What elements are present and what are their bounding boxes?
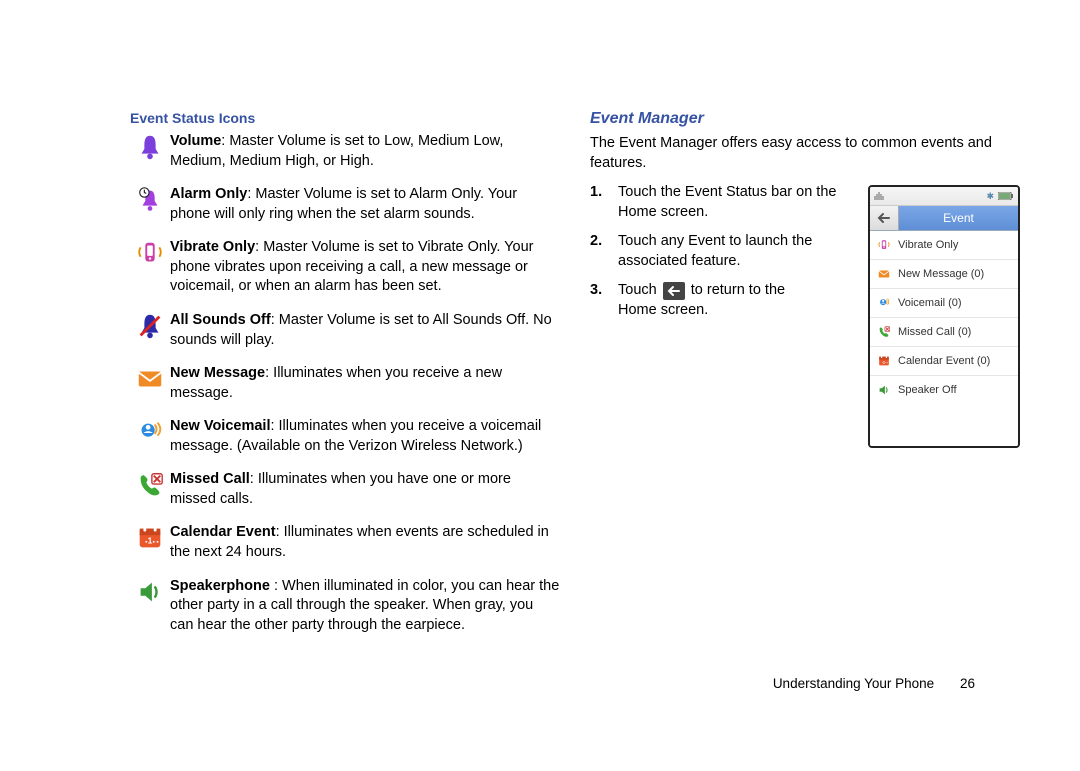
phone-event-row[interactable]: Voicemail (0): [870, 289, 1018, 318]
phone-event-label: Speaker Off: [898, 384, 957, 396]
icon-description-row: Missed Call: Illuminates when you have o…: [130, 470, 560, 509]
signal-icon: [874, 191, 884, 201]
icon-description-row: Alarm Only: Master Volume is set to Alar…: [130, 185, 560, 224]
event-manager-intro: The Event Manager offers easy access to …: [590, 134, 1020, 173]
icon-description-row: New Voicemail: Illuminates when you rece…: [130, 417, 560, 456]
new-voicemail-icon: [876, 295, 892, 311]
calendar-event-icon: 1: [876, 353, 892, 369]
vibrate-only-icon: [876, 237, 892, 253]
icon-description-text: Speakerphone : When illuminated in color…: [170, 577, 560, 636]
phone-event-label: Missed Call (0): [898, 326, 971, 338]
phone-event-row[interactable]: Vibrate Only: [870, 231, 1018, 260]
icon-description-row: 1 Calendar Event: Illuminates when events…: [130, 523, 560, 562]
step-number: 1.: [590, 183, 618, 203]
footer-page-number: 26: [960, 676, 975, 691]
phone-back-button[interactable]: [870, 206, 899, 230]
event-status-icons-heading: Event Status Icons: [130, 110, 560, 126]
icon-description-text: All Sounds Off: Master Volume is set to …: [170, 311, 560, 350]
svg-text:1: 1: [148, 536, 153, 546]
battery-icon: [998, 192, 1014, 200]
phone-mockup: ✱ Event Vibrate Only New Message (0) Voice…: [868, 185, 1020, 448]
volume-bell-icon: [130, 132, 170, 162]
icon-description-text: Volume: Master Volume is set to Low, Med…: [170, 132, 560, 171]
phone-event-row[interactable]: 1 Calendar Event (0): [870, 347, 1018, 376]
left-column: Event Status Icons Volume: Master Volume…: [130, 110, 560, 649]
new-message-icon: [130, 364, 170, 394]
bluetooth-icon: ✱: [986, 191, 994, 202]
phone-event-row[interactable]: Speaker Off: [870, 376, 1018, 404]
phone-event-row[interactable]: New Message (0): [870, 260, 1018, 289]
step-number: 2.: [590, 232, 618, 252]
phone-event-label: Calendar Event (0): [898, 355, 990, 367]
missed-call-icon: [876, 324, 892, 340]
phone-event-label: Vibrate Only: [898, 239, 958, 251]
icon-description-row: Volume: Master Volume is set to Low, Med…: [130, 132, 560, 171]
step-number: 3.: [590, 281, 618, 301]
calendar-event-icon: 1: [130, 523, 170, 553]
speakerphone-icon: [876, 382, 892, 398]
icon-description-text: Calendar Event: Illuminates when events …: [170, 523, 560, 562]
page-footer: Understanding Your Phone 26: [773, 676, 975, 691]
missed-call-icon: [130, 470, 170, 500]
new-message-icon: [876, 266, 892, 282]
step-1-text: Touch the Event Status bar on the Home s…: [618, 183, 858, 222]
return-arrow-icon: [663, 282, 685, 300]
icon-description-row: Vibrate Only: Master Volume is set to Vi…: [130, 238, 560, 297]
step-2-text: Touch any Event to launch the associated…: [618, 232, 818, 271]
event-manager-heading: Event Manager: [590, 110, 1020, 128]
phone-event-label: New Message (0): [898, 268, 984, 280]
icon-description-text: Missed Call: Illuminates when you have o…: [170, 470, 560, 509]
phone-status-bar: ✱: [870, 187, 1018, 206]
new-voicemail-icon: [130, 417, 170, 447]
icon-description-row: All Sounds Off: Master Volume is set to …: [130, 311, 560, 350]
speakerphone-icon: [130, 577, 170, 607]
icon-description-row: Speakerphone : When illuminated in color…: [130, 577, 560, 636]
phone-event-label: Voicemail (0): [898, 297, 962, 309]
alarm-only-icon: [130, 185, 170, 215]
icon-description-text: Vibrate Only: Master Volume is set to Vi…: [170, 238, 560, 297]
footer-section: Understanding Your Phone: [773, 676, 934, 691]
icon-description-row: New Message: Illuminates when you receiv…: [130, 364, 560, 403]
icon-description-text: New Voicemail: Illuminates when you rece…: [170, 417, 560, 456]
right-column: Event Manager The Event Manager offers e…: [590, 110, 1020, 649]
step-3-text: Touch to return to the Home screen.: [618, 281, 818, 320]
phone-title: Event: [899, 206, 1018, 230]
icon-description-text: New Message: Illuminates when you receiv…: [170, 364, 560, 403]
phone-event-row[interactable]: Missed Call (0): [870, 318, 1018, 347]
sounds-off-icon: [130, 311, 170, 341]
icon-descriptions-list: Volume: Master Volume is set to Low, Med…: [130, 132, 560, 635]
icon-description-text: Alarm Only: Master Volume is set to Alar…: [170, 185, 560, 224]
vibrate-only-icon: [130, 238, 170, 268]
